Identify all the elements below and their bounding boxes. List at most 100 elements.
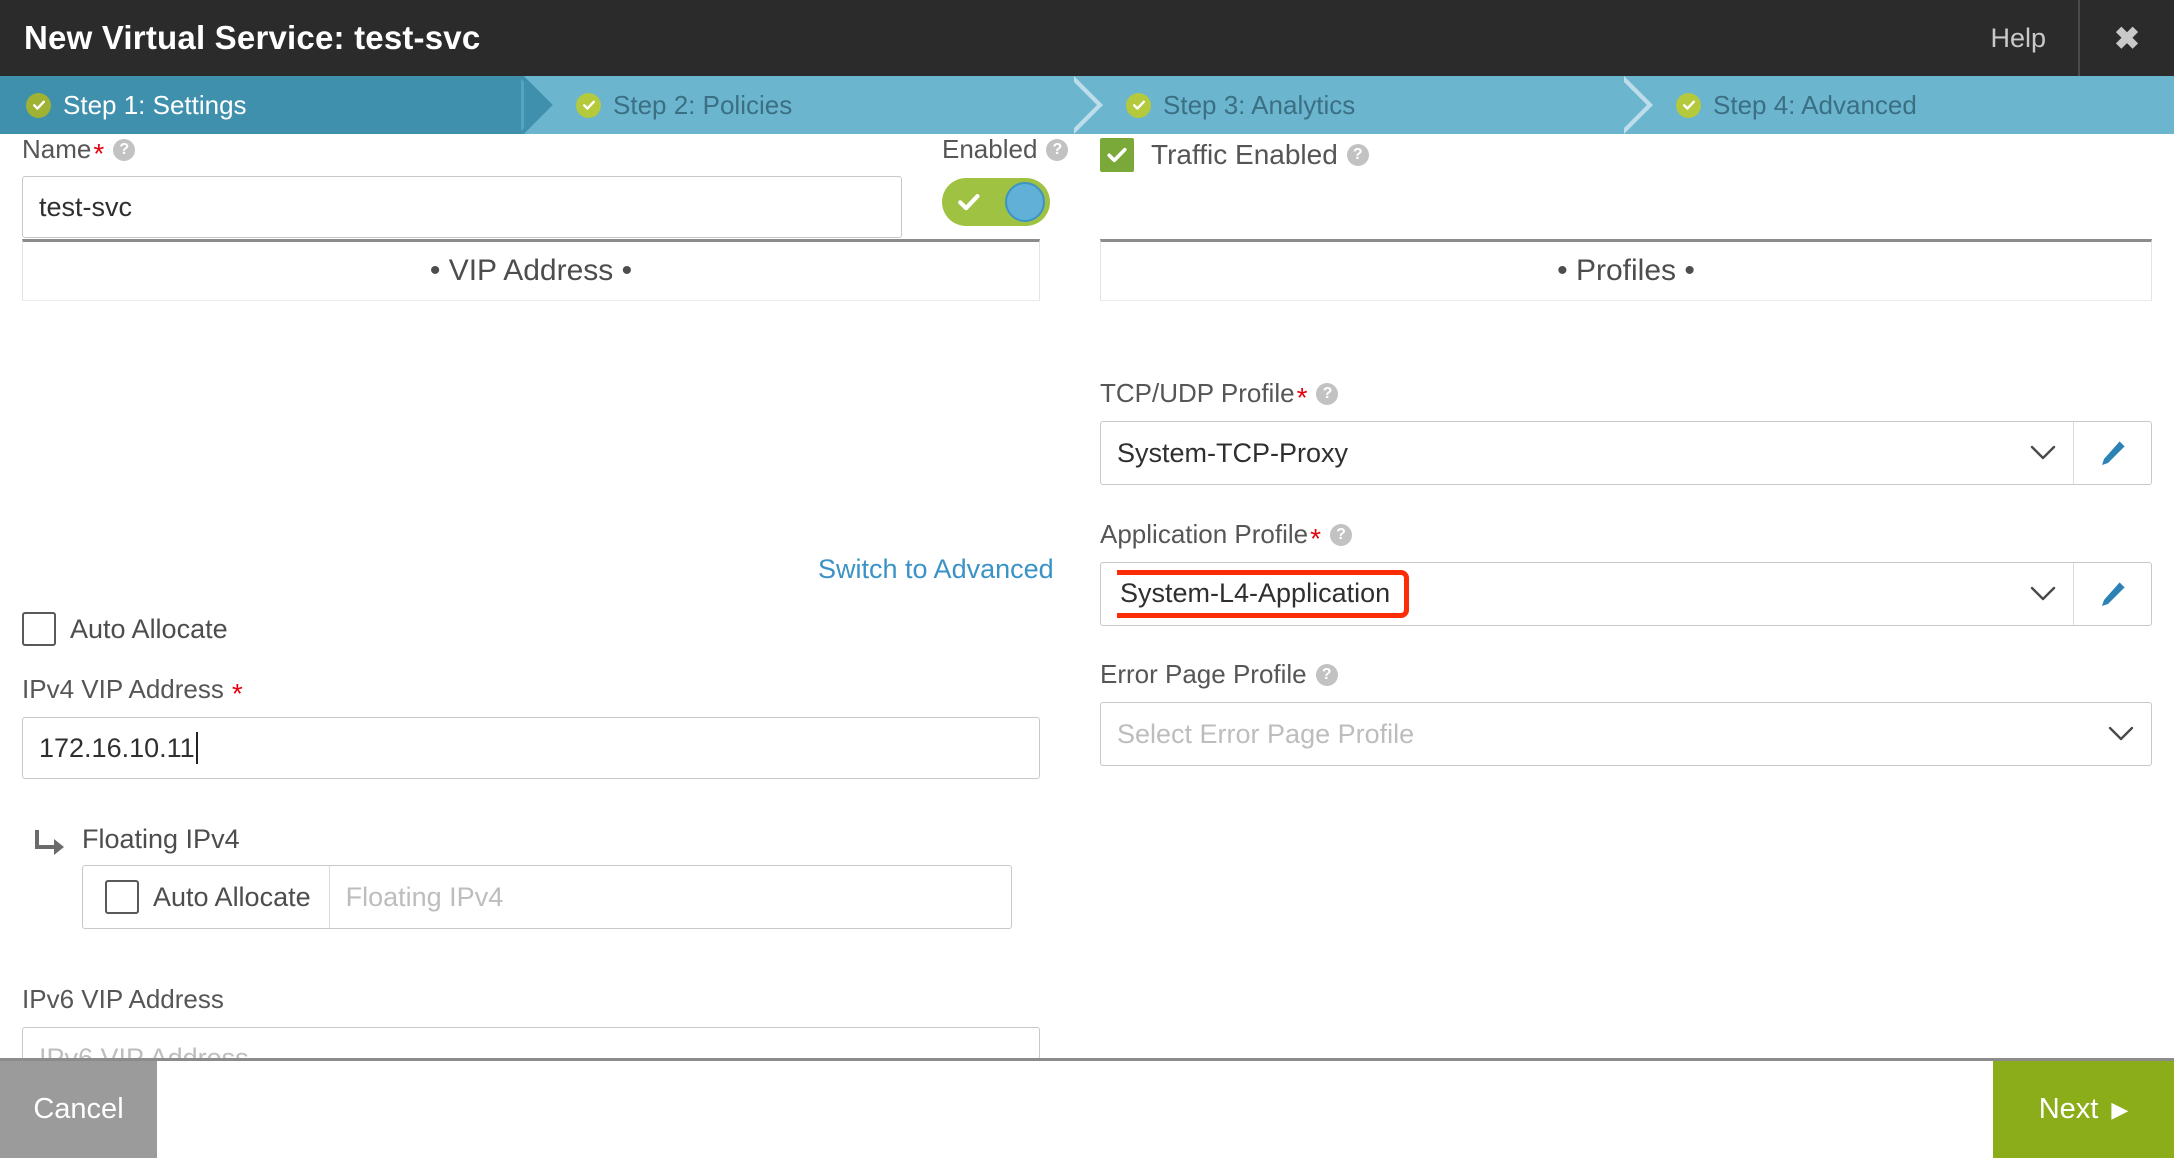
error-page-profile-label: Error Page Profile ? <box>1100 659 2152 690</box>
close-button[interactable]: ✖ <box>2078 0 2174 76</box>
tcp-udp-profile-select[interactable]: System-TCP-Proxy <box>1101 422 2073 484</box>
name-row: Name * ? test-svc <box>22 134 1062 238</box>
traffic-enabled-label-text: Traffic Enabled <box>1151 139 1338 170</box>
pencil-edit-icon <box>2101 581 2125 606</box>
wizard-step-3-label: Step 3: Analytics <box>1163 89 1356 120</box>
name-input-value: test-svc <box>39 191 133 222</box>
ipv6-vip-address-label: IPv6 VIP Address <box>22 984 224 1014</box>
name-label-text: Name <box>22 134 92 164</box>
required-marker: * <box>231 677 243 709</box>
vip-address-section-header: • VIP Address • <box>22 239 1040 301</box>
application-profile-value-highlight: System-L4-Application <box>1117 569 1410 619</box>
wizard-step-2-policies[interactable]: Step 2: Policies <box>521 76 1074 134</box>
tcp-udp-profile-select-group: System-TCP-Proxy <box>1100 421 2152 485</box>
profiles-section-title: • Profiles • <box>1557 254 1695 287</box>
next-button-label: Next <box>2038 1093 2099 1125</box>
auto-allocate-checkbox[interactable] <box>22 612 56 646</box>
traffic-enabled-label: Traffic Enabled ? <box>1151 139 1369 171</box>
step-complete-check-icon <box>26 92 51 118</box>
auto-allocate-row[interactable]: Auto Allocate <box>22 612 228 646</box>
step-separator-chevron-icon <box>1071 76 1103 134</box>
auto-allocate-label: Auto Allocate <box>70 613 228 644</box>
ipv6-vip-address-input[interactable]: IPv6 VIP Address <box>22 1027 1040 1058</box>
ipv6-vip-address-field: IPv6 VIP Address IPv6 VIP Address <box>22 984 1040 1058</box>
ipv4-vip-address-label: IPv4 VIP Address * <box>22 674 1040 709</box>
chevron-down-icon <box>2107 719 2135 750</box>
tcp-udp-profile-label-text: TCP/UDP Profile <box>1100 378 1295 408</box>
ipv4-vip-address-value: 172.16.10.11 <box>39 732 195 763</box>
text-cursor <box>195 732 198 764</box>
application-profile-label-text: Application Profile <box>1100 519 1309 549</box>
help-tooltip-icon[interactable]: ? <box>1046 138 1069 161</box>
step-complete-check-icon <box>1676 92 1701 118</box>
vip-address-section-title: • VIP Address • <box>429 254 633 287</box>
close-icon: ✖ <box>2114 20 2140 56</box>
floating-ipv4-inner: Floating IPv4 Auto Allocate Floating IPv… <box>82 824 1012 929</box>
wizard-footer: Cancel Next ▶ <box>0 1058 2174 1158</box>
help-tooltip-icon[interactable]: ? <box>1316 382 1339 405</box>
child-arrow-icon <box>34 830 68 865</box>
wizard-content: Name * ? test-svc Enabled ? Traffic Enab… <box>0 134 2174 1058</box>
wizard-step-bar: Step 1: Settings Step 2: Policies Step 3… <box>0 76 2174 134</box>
help-tooltip-icon[interactable]: ? <box>1315 663 1338 686</box>
next-button[interactable]: Next ▶ <box>1993 1061 2174 1158</box>
floating-ipv4-group: Floating IPv4 Auto Allocate Floating IPv… <box>34 824 1012 929</box>
required-marker: * <box>1310 522 1322 554</box>
ipv4-vip-address-input[interactable]: 172.16.10.11 <box>22 717 1040 779</box>
step-complete-check-icon <box>576 92 601 118</box>
enabled-toggle-block: Enabled ? <box>942 134 1069 226</box>
help-tooltip-icon[interactable]: ? <box>1330 523 1353 546</box>
traffic-enabled-row[interactable]: Traffic Enabled ? <box>1100 138 1369 172</box>
ipv4-vip-address-field: IPv4 VIP Address * 172.16.10.11 <box>22 674 1040 779</box>
wizard-step-1-settings[interactable]: Step 1: Settings <box>0 76 553 134</box>
application-profile-field: Application Profile * ? System-L4-Applic… <box>1100 519 2152 626</box>
wizard-step-1-label: Step 1: Settings <box>63 89 247 120</box>
error-page-profile-select[interactable]: Select Error Page Profile <box>1100 702 2152 766</box>
ipv4-vip-address-label-text: IPv4 VIP Address <box>22 674 224 704</box>
switch-to-advanced-link[interactable]: Switch to Advanced <box>818 554 1054 585</box>
wizard-step-3-analytics[interactable]: Step 3: Analytics <box>1071 76 1624 134</box>
error-page-profile-value: Select Error Page Profile <box>1117 718 1415 749</box>
toggle-knob[interactable] <box>1005 182 1045 222</box>
application-profile-edit-button[interactable] <box>2073 563 2151 625</box>
tcp-udp-profile-edit-button[interactable] <box>2073 422 2151 484</box>
chevron-down-icon <box>2029 579 2057 610</box>
application-profile-select[interactable]: System-L4-Application <box>1101 563 2073 625</box>
wizard-step-4-label: Step 4: Advanced <box>1713 89 1917 120</box>
floating-ipv4-input[interactable]: Floating IPv4 <box>330 866 1011 928</box>
title-bar: New Virtual Service: test-svc Help ✖ <box>0 0 2174 76</box>
error-page-profile-field: Error Page Profile ? Select Error Page P… <box>1100 659 2152 766</box>
chevron-down-icon <box>2029 438 2057 469</box>
error-page-profile-label-text: Error Page Profile <box>1100 659 1307 689</box>
wizard-step-4-advanced[interactable]: Step 4: Advanced <box>1621 76 2174 134</box>
cancel-button[interactable]: Cancel <box>0 1061 157 1158</box>
application-profile-label: Application Profile * ? <box>1100 519 2152 554</box>
floating-auto-allocate-row[interactable]: Auto Allocate <box>83 866 330 928</box>
help-tooltip-icon[interactable]: ? <box>1346 144 1369 166</box>
enabled-toggle-switch[interactable] <box>942 178 1050 226</box>
enabled-label-text: Enabled <box>942 134 1038 164</box>
floating-ipv4-box: Auto Allocate Floating IPv4 <box>82 865 1012 929</box>
floating-auto-allocate-checkbox[interactable] <box>105 880 139 914</box>
help-link[interactable]: Help <box>1958 0 2078 76</box>
tcp-udp-profile-label: TCP/UDP Profile * ? <box>1100 378 2152 413</box>
name-field-label: Name * ? <box>22 134 1062 169</box>
pencil-edit-icon <box>2101 440 2125 465</box>
page-title: New Virtual Service: test-svc <box>24 19 481 56</box>
step-separator-chevron-icon <box>1621 76 1653 134</box>
required-marker: * <box>93 137 105 169</box>
help-tooltip-icon[interactable]: ? <box>113 138 136 161</box>
footer-spacer <box>157 1061 1993 1158</box>
floating-auto-allocate-label: Auto Allocate <box>153 881 311 912</box>
step-complete-check-icon <box>1126 92 1151 118</box>
traffic-enabled-checkbox[interactable] <box>1100 138 1134 172</box>
tcp-udp-profile-field: TCP/UDP Profile * ? System-TCP-Proxy <box>1100 378 2152 485</box>
floating-ipv4-label: Floating IPv4 <box>82 824 240 854</box>
name-input[interactable]: test-svc <box>22 176 902 238</box>
profiles-section-header: • Profiles • <box>1100 239 2152 301</box>
checkmark-icon <box>1107 147 1127 163</box>
required-marker: * <box>1296 381 1308 413</box>
arrow-right-icon: ▶ <box>2111 1096 2129 1122</box>
toggle-check-icon <box>958 194 980 211</box>
enabled-label: Enabled ? <box>942 134 1069 165</box>
